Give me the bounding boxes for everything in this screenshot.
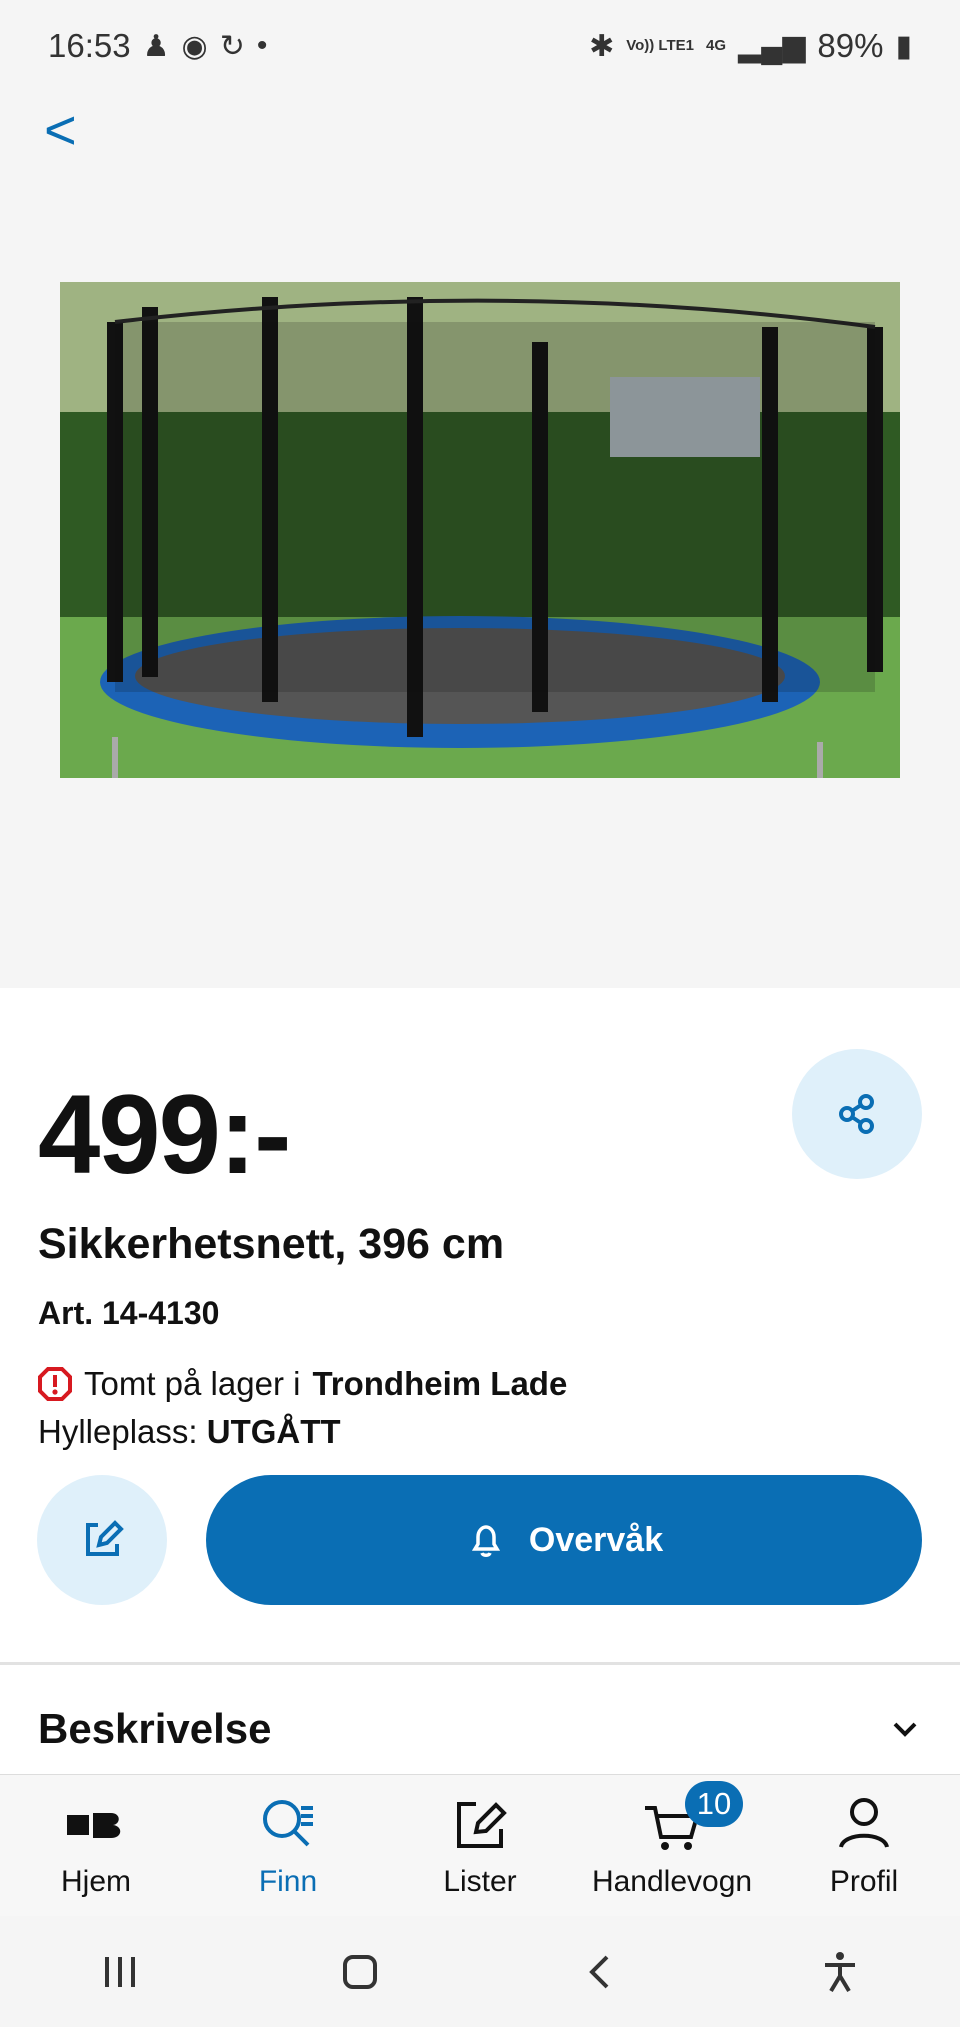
share-button[interactable] [792,1049,922,1179]
nav-profile[interactable]: Profil [774,1776,954,1916]
back-arrow-icon [589,1955,609,1988]
home-logo-icon [64,1793,128,1857]
edit-icon [86,1520,124,1556]
store-name: Trondheim Lade [312,1365,568,1402]
nav-cart-label: Handlevogn [591,1865,753,1898]
app-notification-icon: ◉ [181,29,208,63]
home-button[interactable] [300,1932,420,2012]
profile-icon [832,1793,896,1857]
back-button[interactable]: < [44,100,92,160]
nav-profile-label: Profil [829,1865,899,1898]
network-text: Vo)) LTE1 [626,37,694,54]
nav-find-label: Finn [258,1865,318,1898]
status-bar: 16:53 ♟ ◉ ↻ • ✱ Vo)) LTE1 4G ▂▄▆ 89% ▮ [0,0,960,92]
battery-icon: ▮ [895,29,912,63]
edit-list-icon [448,1793,512,1857]
description-title: Beskrivelse [38,1705,272,1752]
status-time: 16:53 [48,27,131,64]
product-image [60,282,900,778]
nav-cart[interactable]: 10 Handlevogn [582,1776,762,1916]
refresh-icon: ↻ [219,29,245,63]
accessibility-icon [825,1951,855,1992]
cart-badge: 10 [685,1781,743,1827]
nav-home-label: Hjem [60,1865,131,1898]
dot-icon: • [256,29,268,62]
price: 499:- [38,1072,291,1197]
snapchat-icon: ♟ [142,29,170,63]
stock-prefix: Tomt på lager i [84,1365,301,1402]
description-toggle[interactable]: Beskrivelse [38,1705,922,1753]
recent-apps-icon [105,1956,135,1987]
recent-apps-button[interactable] [60,1932,180,2012]
status-right: ✱ Vo)) LTE1 4G ▂▄▆ 89% ▮ [589,27,912,65]
share-icon [839,1094,874,1134]
edit-button[interactable] [37,1475,167,1605]
back-system-button[interactable] [540,1932,660,2012]
search-icon [256,1793,320,1857]
bell-icon [471,1525,500,1557]
nav-lists-label: Lister [443,1865,517,1898]
signal-icon: ▂▄▆ [738,29,806,63]
shelf-label: Hylleplass: [38,1413,207,1450]
bluetooth-icon: ✱ [589,29,615,63]
alert-icon [38,1367,72,1401]
shelf-value: UTGÅTT [206,1413,341,1450]
stock-status: Tomt på lager i Trondheim Lade [38,1365,567,1403]
watch-button[interactable]: Overvåk [206,1475,922,1605]
nav-lists[interactable]: Lister [390,1776,570,1916]
home-square-icon [343,1954,377,1989]
signal-text: 4G [706,37,727,54]
status-left: 16:53 ♟ ◉ ↻ • [48,27,267,65]
chevron-down-icon [893,1722,917,1737]
system-navigation [0,1916,960,2027]
accessibility-button[interactable] [780,1932,900,2012]
nav-find[interactable]: Finn [198,1776,378,1916]
battery-percent: 89% [817,27,884,64]
bottom-navigation: Hjem Finn Lister 10 Handlevogn Profil [0,1774,960,1917]
watch-label: Overvåk [528,1520,664,1559]
article-number: Art. 14-4130 [38,1295,220,1331]
shelf-location: Hylleplass: UTGÅTT [38,1413,341,1451]
section-divider [0,1662,960,1665]
nav-home[interactable]: Hjem [6,1776,186,1916]
product-title: Sikkerhetsnett, 396 cm [38,1220,505,1268]
